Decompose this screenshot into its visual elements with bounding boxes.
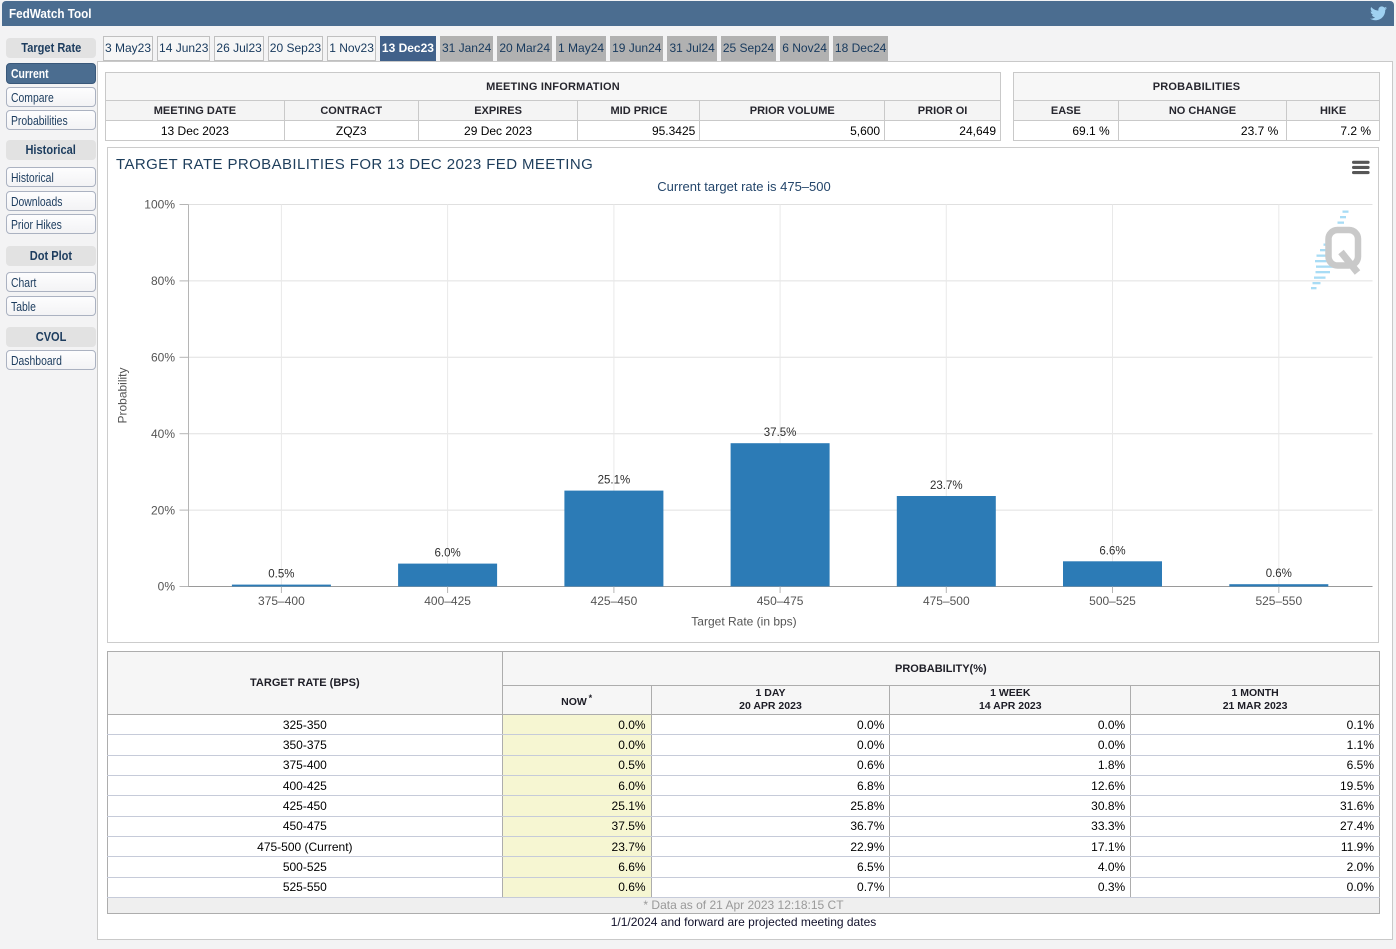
- svg-text:Probability: Probability: [116, 367, 130, 423]
- svg-text:6.6%: 6.6%: [1099, 545, 1125, 557]
- svg-text:100%: 100%: [144, 198, 175, 212]
- svg-text:450–475: 450–475: [757, 594, 804, 608]
- svg-text:Target Rate (in bps): Target Rate (in bps): [691, 615, 796, 629]
- svg-text:23.7%: 23.7%: [930, 480, 963, 492]
- svg-text:525–550: 525–550: [1255, 594, 1302, 608]
- svg-text:375–400: 375–400: [258, 594, 305, 608]
- svg-text:0%: 0%: [158, 580, 176, 594]
- svg-text:40%: 40%: [151, 427, 175, 441]
- svg-text:80%: 80%: [151, 274, 175, 288]
- svg-text:37.5%: 37.5%: [764, 427, 797, 439]
- svg-text:25.1%: 25.1%: [598, 475, 631, 487]
- svg-text:20%: 20%: [151, 503, 175, 517]
- svg-text:0.5%: 0.5%: [268, 569, 294, 581]
- svg-text:400–425: 400–425: [424, 594, 471, 608]
- svg-text:475–500: 475–500: [923, 594, 970, 608]
- svg-text:TARGET RATE PROBABILITIES FOR: TARGET RATE PROBABILITIES FOR 13 DEC 202…: [116, 156, 593, 173]
- svg-text:6.0%: 6.0%: [434, 548, 460, 560]
- svg-text:0.6%: 0.6%: [1266, 568, 1292, 580]
- svg-text:500–525: 500–525: [1089, 594, 1136, 608]
- svg-text:425–450: 425–450: [591, 594, 638, 608]
- svg-text:60%: 60%: [151, 351, 175, 365]
- svg-text:Current target rate is 475–500: Current target rate is 475–500: [657, 179, 830, 194]
